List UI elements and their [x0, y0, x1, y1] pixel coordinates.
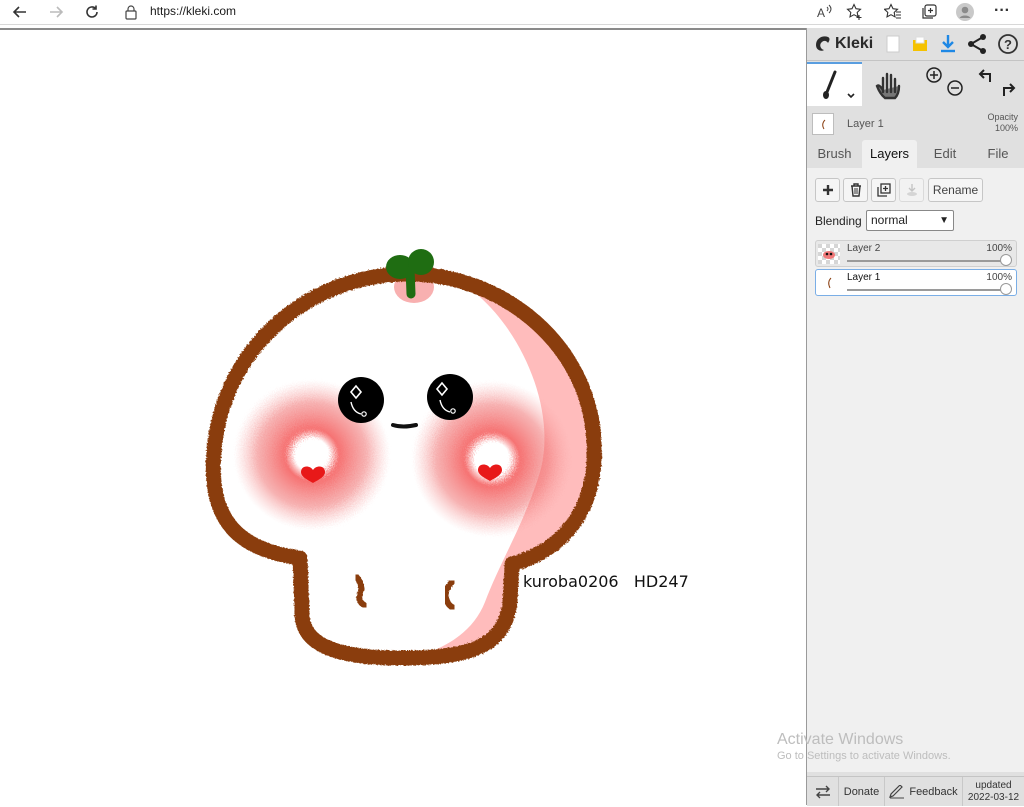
feedback-icon [889, 784, 905, 798]
new-image-icon[interactable] [880, 31, 906, 57]
blending-mode-select[interactable]: normal ▼ [866, 210, 954, 231]
svg-text:A: A [817, 6, 825, 20]
layer-2-thumbnail [818, 244, 840, 264]
hand-icon [875, 72, 901, 100]
layer-row-layer-1[interactable]: Layer 1 100% [815, 269, 1017, 296]
save-icon[interactable] [907, 31, 933, 57]
zoom-tool-button[interactable] [919, 62, 969, 106]
download-icon[interactable] [935, 31, 961, 57]
lock-icon[interactable] [124, 3, 140, 21]
current-layer-name: Layer 1 [847, 118, 884, 130]
swap-arrows-icon [815, 785, 830, 798]
merge-down-icon [906, 184, 917, 196]
share-icon[interactable] [964, 31, 990, 57]
layers-panel: Rename Blending normal ▼ Layer 2 100% La… [807, 168, 1024, 772]
more-icon[interactable]: ··· [990, 0, 1014, 24]
layer-1-opacity-knob[interactable] [1000, 283, 1012, 295]
feedback-label: Feedback [909, 785, 958, 798]
svg-text:?: ? [1004, 37, 1012, 52]
watermark-subtitle: Go to Settings to activate Windows. [777, 750, 951, 762]
panel-top-bar: Kleki ? [807, 28, 1024, 61]
rename-layer-button[interactable]: Rename [928, 178, 983, 202]
help-icon[interactable]: ? [995, 31, 1021, 57]
donate-button[interactable]: Donate [839, 777, 885, 806]
duplicate-icon [876, 183, 891, 197]
current-layer-preview[interactable]: Layer 1 Opacity 100% [807, 108, 1024, 138]
tool-bar [807, 62, 1024, 106]
tab-layers[interactable]: Layers [862, 140, 917, 168]
duplicate-layer-button[interactable] [871, 178, 896, 202]
updated-date: 2022-03-12 [967, 791, 1020, 803]
refresh-icon[interactable] [82, 0, 102, 24]
read-aloud-icon[interactable]: A [814, 0, 836, 24]
hand-tool-button[interactable] [865, 62, 915, 106]
current-layer-thumbnail [812, 113, 834, 135]
layer-row-layer-2[interactable]: Layer 2 100% [815, 240, 1017, 267]
kleki-logo-icon [816, 36, 830, 51]
updated-label: updated [975, 779, 1012, 791]
tab-brush[interactable]: Brush [809, 140, 860, 168]
undo-redo-icon [978, 69, 1016, 96]
plus-icon [822, 185, 833, 195]
watermark-title: Activate Windows [777, 731, 904, 748]
trash-icon [850, 183, 861, 197]
layer-2-opacity-slider[interactable] [847, 260, 1006, 262]
layer-1-opacity-slider[interactable] [847, 289, 1006, 291]
zoom-in-out-icon [926, 67, 963, 96]
address-bar-url[interactable]: https://kleki.com [150, 4, 236, 18]
blending-mode-value: normal [871, 213, 908, 227]
drawing-artwork [205, 249, 602, 666]
profile-icon[interactable] [954, 0, 976, 24]
kleki-logo[interactable]: Kleki [813, 31, 873, 57]
collections-icon[interactable] [918, 0, 940, 24]
back-icon[interactable] [10, 0, 30, 24]
tab-edit[interactable]: Edit [919, 140, 971, 168]
brush-icon [823, 70, 855, 99]
merge-down-button[interactable] [899, 178, 924, 202]
layer-2-name: Layer 2 [847, 243, 881, 254]
add-favorite-icon[interactable] [844, 0, 866, 24]
layer-1-thumbnail [818, 273, 840, 293]
layer-2-opacity: 100% [986, 243, 1012, 254]
swap-side-button[interactable] [807, 777, 839, 806]
updated-info: updated 2022-03-12 [963, 777, 1024, 806]
panel-bottom-bar: Donate Feedback updated 2022-03-12 [807, 776, 1024, 806]
undo-redo-button[interactable] [974, 62, 1024, 106]
add-layer-button[interactable] [815, 178, 840, 202]
signature-text: kuroba0206 HD247 [523, 572, 689, 591]
brush-tool-button[interactable] [807, 62, 862, 106]
blending-label: Blending [815, 214, 862, 228]
chevron-down-icon: ▼ [939, 215, 949, 226]
browser-toolbar: https://kleki.com A ··· [0, 0, 1024, 25]
favorites-icon[interactable] [882, 0, 904, 24]
current-layer-opacity: Opacity 100% [987, 112, 1018, 133]
kleki-side-panel: Kleki ? Layer 1 Opacity 100% Brush Layer… [806, 28, 1024, 806]
layer-1-opacity: 100% [986, 272, 1012, 283]
delete-layer-button[interactable] [843, 178, 868, 202]
feedback-button[interactable]: Feedback [885, 777, 963, 806]
panel-tabs: Brush Layers Edit File [807, 140, 1024, 168]
tab-file[interactable]: File [973, 140, 1023, 168]
drawing-canvas[interactable]: kuroba0206 HD247 [0, 28, 806, 807]
kleki-logo-text: Kleki [835, 35, 874, 52]
layer-1-name: Layer 1 [847, 272, 881, 283]
windows-activation-watermark: Activate Windows Go to Settings to activ… [777, 731, 951, 762]
forward-icon[interactable] [46, 0, 66, 24]
layer-2-opacity-knob[interactable] [1000, 254, 1012, 266]
